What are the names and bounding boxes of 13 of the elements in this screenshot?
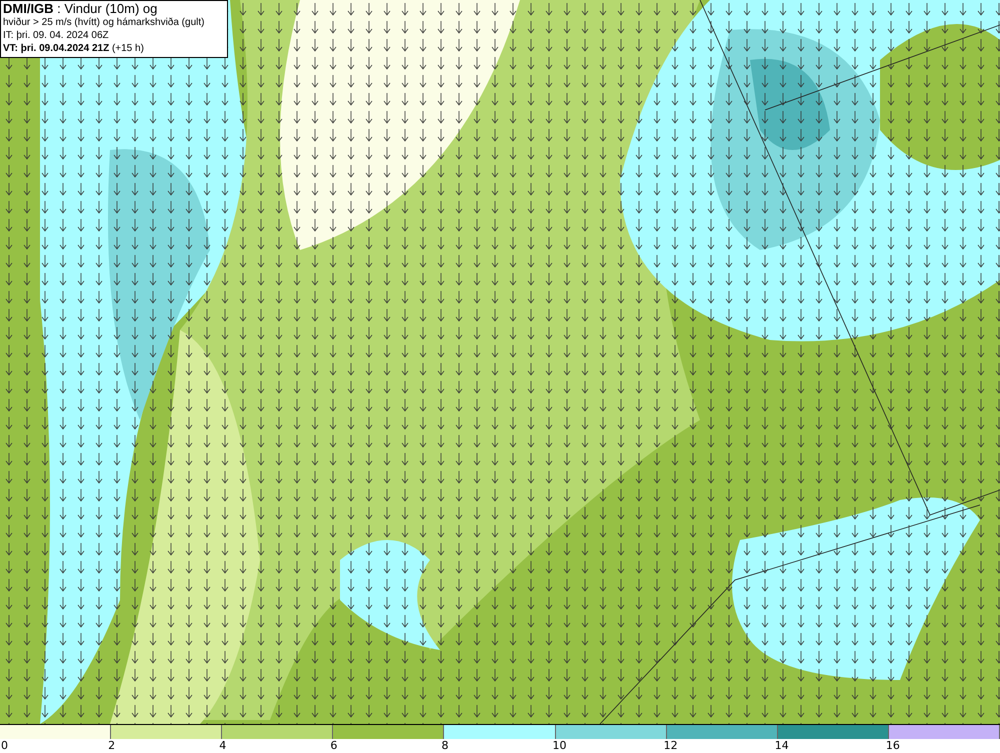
legend-label: 0 [1, 739, 8, 753]
legend-label: 6 [330, 739, 338, 753]
legend-label: 8 [441, 739, 448, 753]
map-title: DMI/IGB : Vindur (10m) og [3, 1, 158, 16]
map-caption: hviður > 25 m/s (hvítt) og hámarkshviða (gult) [3, 16, 206, 29]
legend-label: 16 [886, 739, 900, 753]
map-caption: IT: þri. 09. 04. 2024 06Z [3, 29, 110, 42]
legend-label: 10 [552, 739, 567, 753]
legend-label: 12 [664, 739, 678, 753]
legend-label: 14 [774, 739, 789, 753]
legend-label: 4 [219, 739, 226, 753]
map-caption: VT: þri. 09.04.2024 21Z (+15 h) [3, 42, 145, 55]
legend-label: 2 [108, 739, 116, 753]
